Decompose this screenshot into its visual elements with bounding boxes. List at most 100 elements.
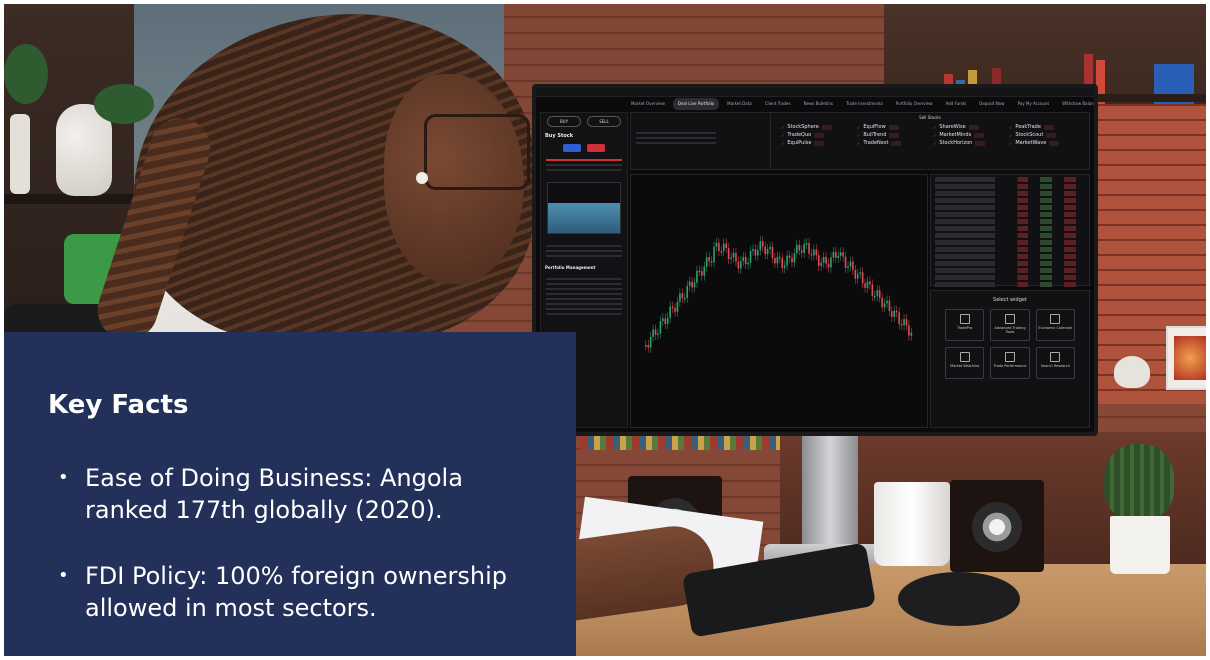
candle <box>766 248 769 255</box>
picture-frame <box>1166 326 1206 390</box>
stock-badge <box>1049 140 1060 146</box>
check-icon: ✓ <box>857 132 861 138</box>
candle <box>830 257 832 268</box>
check-icon: ✓ <box>781 140 785 146</box>
candle <box>839 252 842 256</box>
stock-name: BullTrend <box>863 132 887 138</box>
candle <box>735 253 737 262</box>
fact-text: Ease of Doing Business: Angola ranked 17… <box>85 464 463 524</box>
screen-red-button <box>587 144 605 152</box>
candle <box>666 317 669 324</box>
stock-name: StockSphere <box>787 124 819 130</box>
stock-item: ✓ MarketMinds <box>933 132 1003 138</box>
candle <box>662 318 664 322</box>
candle <box>895 310 898 313</box>
candle <box>852 261 854 270</box>
key-facts-heading: Key Facts <box>48 390 189 420</box>
candle <box>905 319 908 326</box>
stock-item: ✓ StockScout <box>1009 132 1079 138</box>
candle <box>698 270 701 273</box>
monitor-stand <box>802 436 858 546</box>
bullet-icon: • <box>58 467 69 488</box>
candle <box>813 249 815 256</box>
table-row <box>935 254 1085 259</box>
check-icon: ✓ <box>781 132 785 138</box>
check-icon: ✓ <box>933 140 937 146</box>
check-icon: ✓ <box>1009 132 1013 138</box>
widget-label: Search Research <box>1040 364 1070 368</box>
stock-item: ✓ PeakTrade <box>1009 124 1079 130</box>
skull-ornament <box>1114 356 1150 388</box>
screen-tab: Pay My Account <box>1017 101 1050 106</box>
stock-name: StockHorizon <box>939 140 973 146</box>
candle <box>796 244 798 254</box>
candlestick-chart-panel <box>630 174 928 428</box>
table-row <box>935 198 1085 203</box>
widget-icon <box>1050 352 1061 362</box>
candle <box>842 252 844 257</box>
candle <box>657 333 659 335</box>
mug <box>874 482 950 566</box>
table-row <box>935 212 1085 217</box>
candle <box>817 255 820 266</box>
fact-item: • FDI Policy: 100% foreign ownership allo… <box>48 560 548 624</box>
mini-chart <box>547 182 621 234</box>
key-facts-list: • Ease of Doing Business: Angola ranked 1… <box>48 462 548 658</box>
candle <box>722 243 725 252</box>
candle <box>686 285 689 298</box>
stock-badge <box>888 124 899 130</box>
candle <box>878 290 881 298</box>
check-icon: ✓ <box>933 124 937 130</box>
screen-blue-button <box>563 144 581 152</box>
candle <box>783 265 786 268</box>
candle <box>744 256 747 265</box>
candle <box>774 258 776 264</box>
candle <box>747 262 749 265</box>
candle <box>866 281 869 288</box>
candle <box>725 243 727 249</box>
plant-leaf <box>4 44 48 104</box>
stock-name: TradeQuo <box>787 132 812 138</box>
table-row <box>935 205 1085 210</box>
candle <box>669 306 671 318</box>
candle <box>859 272 861 274</box>
widget-button: Trade Performance <box>990 347 1030 379</box>
check-icon: ✓ <box>1009 124 1013 130</box>
table-row <box>935 282 1085 287</box>
company-table <box>930 174 1090 287</box>
candle <box>786 255 788 266</box>
stock-name: MarketWave <box>1015 140 1047 146</box>
candle <box>703 266 706 276</box>
candle <box>701 271 703 276</box>
candle <box>861 272 864 284</box>
widget-button: Economic Calendar <box>1035 309 1075 341</box>
stock-name: EquiFlow <box>863 124 886 130</box>
stock-item: ✓ EquiPulse <box>781 140 851 146</box>
candle <box>664 318 667 324</box>
candle <box>674 308 676 312</box>
candle <box>832 251 835 258</box>
candle <box>713 246 715 263</box>
candle <box>849 261 852 267</box>
widget-label: Economic Calendar <box>1038 326 1073 330</box>
widget-button: Market Watchlist <box>945 347 985 379</box>
candle <box>718 242 720 252</box>
candle <box>683 297 686 300</box>
candle <box>749 251 752 263</box>
stock-item: ✓ StockHorizon <box>933 140 1003 146</box>
candle <box>910 332 913 336</box>
widget-title: Select widget <box>993 297 1027 303</box>
check-icon: ✓ <box>857 124 861 130</box>
candle <box>659 321 662 334</box>
candle <box>888 300 891 312</box>
table-row <box>935 247 1085 252</box>
stock-badge <box>974 132 985 138</box>
widget-icon <box>959 352 970 362</box>
candle <box>727 248 730 260</box>
key-facts-panel: Key Facts • Ease of Doing Business: Angol… <box>4 332 576 656</box>
screen-menubar <box>536 88 1094 97</box>
stock-badge <box>1046 132 1057 138</box>
table-row <box>935 191 1085 196</box>
stock-item: ✓ BullTrend <box>857 132 927 138</box>
check-icon: ✓ <box>1009 140 1013 146</box>
